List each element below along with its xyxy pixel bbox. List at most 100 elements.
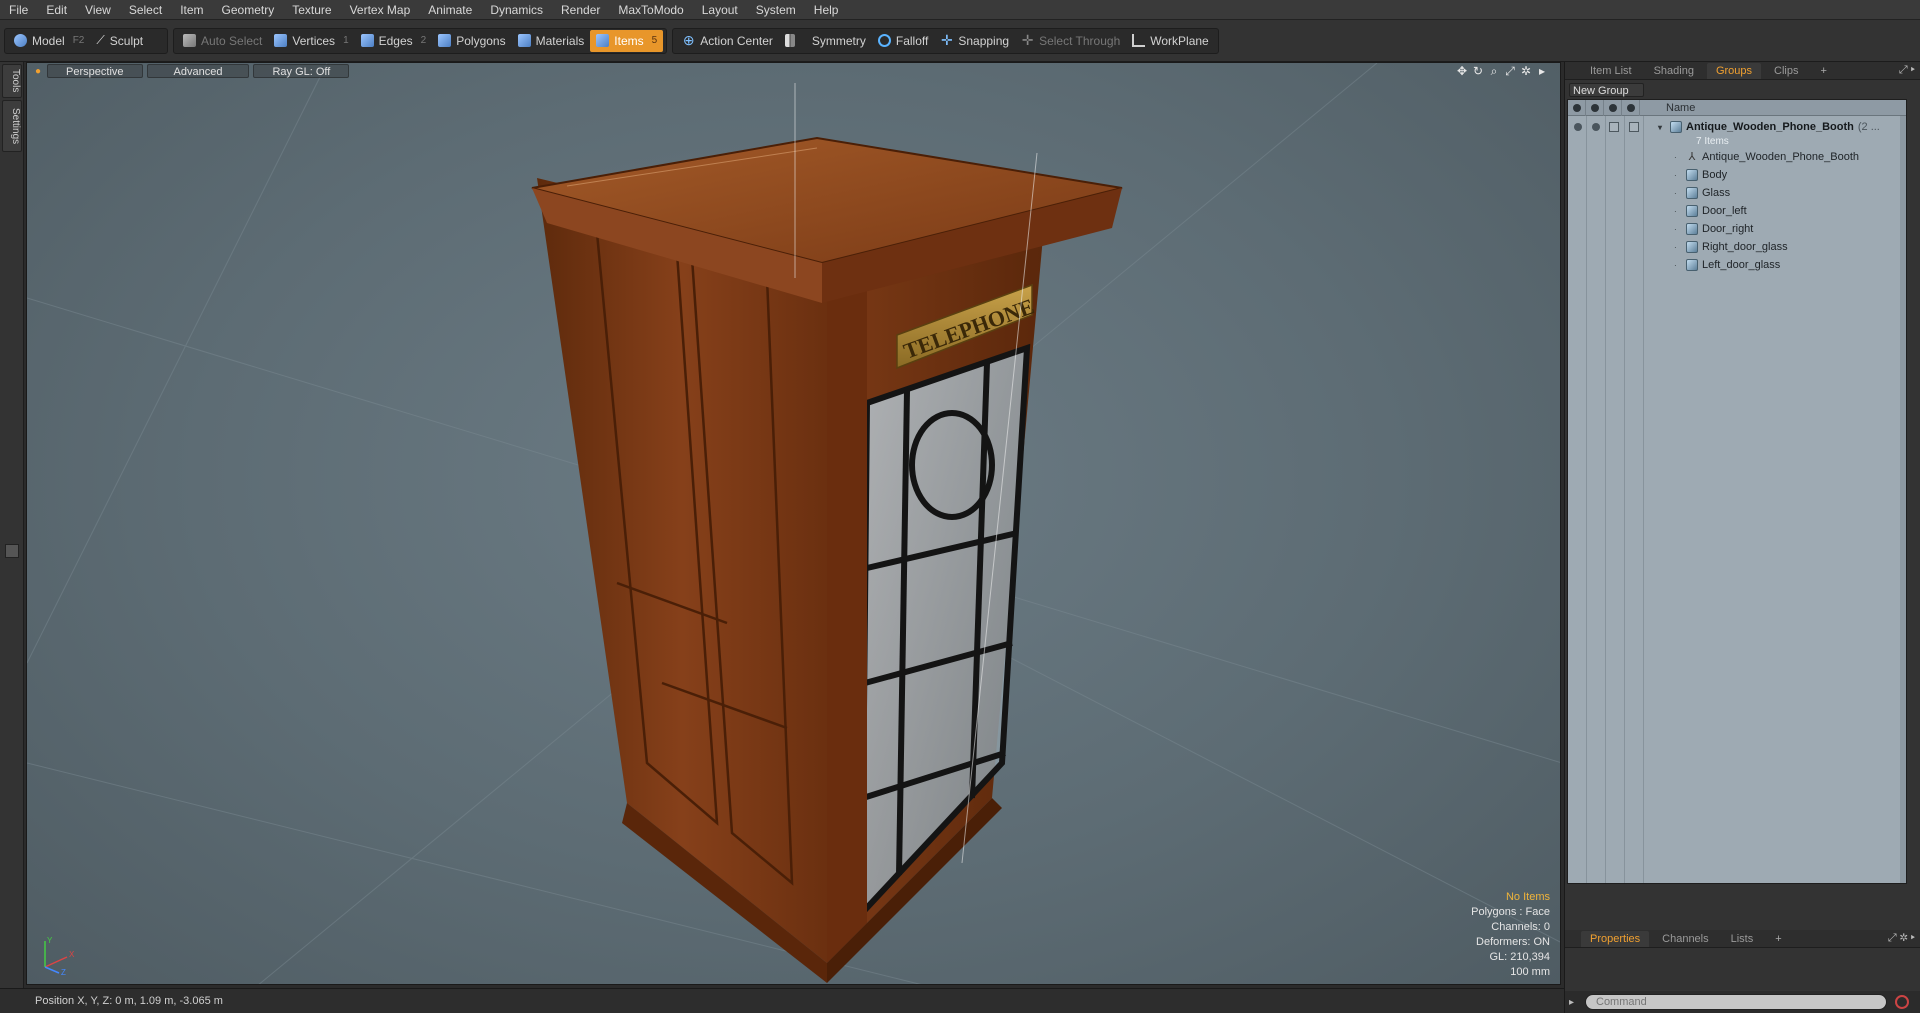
menu-render[interactable]: Render xyxy=(552,0,609,20)
menu-layout[interactable]: Layout xyxy=(693,0,747,20)
materials-label: Materials xyxy=(535,33,585,48)
settings-icon[interactable]: ✲ xyxy=(1518,64,1534,79)
polygons-info: Polygons : Face xyxy=(1471,906,1550,918)
menu-maxtomodo[interactable]: MaxToModo xyxy=(609,0,692,20)
groups-tree: Name ▾ Antique_Wooden_Phone_Booth (2 ...… xyxy=(1567,99,1907,884)
tab-groups[interactable]: Groups xyxy=(1706,62,1762,79)
tree-item-glass[interactable]: · Glass xyxy=(1568,184,1906,202)
tree-item-door-right[interactable]: · Door_right xyxy=(1568,220,1906,238)
menu-system[interactable]: System xyxy=(747,0,805,20)
vertices-button[interactable]: Vertices 1 xyxy=(268,30,354,52)
tab-shading[interactable]: Shading xyxy=(1645,63,1703,79)
tree-scrollbar[interactable] xyxy=(1900,116,1906,883)
item-label: Door_left xyxy=(1702,205,1747,217)
tree-item-locator[interactable]: · ⅄ Antique_Wooden_Phone_Booth xyxy=(1568,148,1906,166)
tab-channels[interactable]: Channels xyxy=(1653,931,1717,947)
edges-label: Edges xyxy=(378,33,413,48)
lock-column-icon[interactable] xyxy=(1604,99,1622,116)
zoom-icon[interactable]: ⌕ xyxy=(1486,64,1502,79)
grid-size: 100 mm xyxy=(1510,966,1550,978)
snapping-icon: ✛ xyxy=(940,32,953,48)
visibility-column-icon[interactable] xyxy=(1568,99,1586,116)
action-center-group: ⊕ Action Center Symmetry Falloff ✛ Snapp… xyxy=(672,27,1219,54)
render-column-icon[interactable] xyxy=(1586,99,1604,116)
tree-item-door-left[interactable]: · Door_left xyxy=(1568,202,1906,220)
panel-toggle-icon[interactable] xyxy=(5,544,19,558)
command-bar: ▸ xyxy=(1565,991,1920,1013)
mode-group: Model F2 ⟋ Sculpt xyxy=(4,27,168,54)
menu-vertex-map[interactable]: Vertex Map xyxy=(341,0,420,20)
tab-tools[interactable]: Tools xyxy=(2,64,22,98)
add-bottom-tab-icon[interactable]: + xyxy=(1766,931,1790,947)
view-type-dropdown[interactable]: Perspective xyxy=(47,64,143,78)
tab-properties[interactable]: Properties xyxy=(1581,930,1650,947)
menu-view[interactable]: View xyxy=(76,0,120,20)
edges-button[interactable]: Edges 2 xyxy=(355,30,433,52)
menu-geometry[interactable]: Geometry xyxy=(213,0,284,20)
auto-select-button[interactable]: Auto Select xyxy=(177,30,268,52)
group-expand-icon[interactable]: ▾ xyxy=(1658,123,1666,132)
new-group-button[interactable]: New Group xyxy=(1569,83,1644,97)
action-center-button[interactable]: ⊕ Action Center xyxy=(676,30,779,52)
select-column-icon[interactable] xyxy=(1622,99,1640,116)
bottom-panel-tabs: Properties Channels Lists + ⤢ ✲ ▸ xyxy=(1565,930,1920,948)
group-visibility-icon[interactable] xyxy=(1574,123,1582,131)
raygl-dropdown[interactable]: Ray GL: Off xyxy=(253,64,350,78)
position-readout: Position X, Y, Z: 0 m, 1.09 m, -3.065 m xyxy=(35,995,223,1007)
workplane-button[interactable]: WorkPlane xyxy=(1126,30,1214,52)
group-select-checkbox[interactable] xyxy=(1629,122,1639,132)
menu-select[interactable]: Select xyxy=(120,0,171,20)
select-through-button[interactable]: ✛ Select Through xyxy=(1015,30,1126,52)
tab-lists[interactable]: Lists xyxy=(1722,931,1763,947)
items-icon xyxy=(596,34,610,47)
materials-icon xyxy=(517,34,531,47)
shading-dropdown[interactable]: Advanced xyxy=(146,64,250,78)
menu-item[interactable]: Item xyxy=(171,0,212,20)
viewport-arrow-icon[interactable]: ▸ xyxy=(1534,64,1550,79)
name-column-header[interactable]: Name xyxy=(1666,102,1695,114)
menu-help[interactable]: Help xyxy=(805,0,848,20)
group-lock-checkbox[interactable] xyxy=(1609,122,1619,132)
tree-item-right-door-glass[interactable]: · Right_door_glass xyxy=(1568,238,1906,256)
menu-edit[interactable]: Edit xyxy=(37,0,76,20)
group-render-icon[interactable] xyxy=(1592,123,1600,131)
sculpt-button[interactable]: ⟋ Sculpt xyxy=(90,30,149,52)
polygons-icon xyxy=(438,34,452,47)
menu-animate[interactable]: Animate xyxy=(419,0,481,20)
pan-icon[interactable]: ✥ xyxy=(1454,64,1470,79)
polygons-button[interactable]: Polygons xyxy=(432,30,511,52)
tree-item-left-door-glass[interactable]: · Left_door_glass xyxy=(1568,256,1906,274)
menu-dynamics[interactable]: Dynamics xyxy=(481,0,552,20)
door-frame xyxy=(827,238,867,963)
viewport-stats: No Items Polygons : Face Channels: 0 Def… xyxy=(1471,890,1550,980)
menu-texture[interactable]: Texture xyxy=(283,0,340,20)
tab-settings[interactable]: Settings xyxy=(2,100,22,152)
viewport-menu-icon[interactable]: ● xyxy=(35,66,41,77)
maximize-icon[interactable]: ⤢ xyxy=(1502,64,1518,79)
tree-item-body[interactable]: · Body xyxy=(1568,166,1906,184)
channels-info: Channels: 0 xyxy=(1491,921,1550,933)
vertices-icon xyxy=(274,34,288,47)
menu-file[interactable]: File xyxy=(0,0,37,20)
symmetry-button[interactable]: Symmetry xyxy=(779,30,872,52)
falloff-button[interactable]: Falloff xyxy=(872,30,934,52)
command-input[interactable] xyxy=(1585,994,1887,1010)
command-stop-icon[interactable] xyxy=(1895,995,1909,1009)
snapping-button[interactable]: ✛ Snapping xyxy=(934,30,1015,52)
panel-expand-icon[interactable]: ⤢ ▸ xyxy=(1899,64,1915,77)
3d-viewport[interactable]: TELEPHONE ● Perspective Advanced Ray GL:… xyxy=(26,62,1561,985)
rotate-icon[interactable]: ↻ xyxy=(1470,64,1486,79)
add-tab-icon[interactable]: + xyxy=(1811,63,1835,79)
mesh-icon xyxy=(1686,223,1698,235)
selection-info: No Items xyxy=(1505,891,1550,903)
top-panel-tabs: Item List Shading Groups Clips + ⤢ ▸ xyxy=(1565,62,1920,80)
bottom-panel-expand-icon[interactable]: ⤢ ✲ ▸ xyxy=(1888,932,1915,945)
command-history-icon[interactable]: ▸ xyxy=(1569,997,1574,1008)
tab-clips[interactable]: Clips xyxy=(1765,63,1807,79)
tab-item-list[interactable]: Item List xyxy=(1581,63,1641,79)
materials-button[interactable]: Materials xyxy=(512,30,591,52)
vertices-shortcut: 1 xyxy=(343,35,349,46)
items-button[interactable]: Items 5 xyxy=(590,29,664,52)
item-label: Right_door_glass xyxy=(1702,241,1788,253)
model-button[interactable]: Model F2 xyxy=(8,30,90,52)
